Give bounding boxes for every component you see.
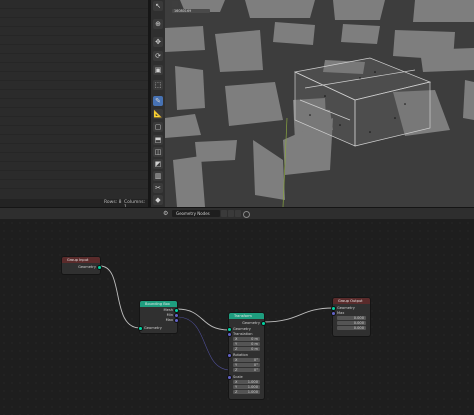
max-input-socket[interactable] xyxy=(331,311,337,317)
translation-z-field[interactable]: Z0 m xyxy=(233,347,260,351)
socket-label: Geometry xyxy=(337,306,355,310)
link-transform-to-output xyxy=(263,307,334,323)
max-y-field[interactable]: 0.000 xyxy=(337,321,366,325)
rotation-z-field[interactable]: Z 0° xyxy=(233,368,260,372)
translation-label: Translation xyxy=(233,332,253,336)
node-title: Bounding Box xyxy=(140,301,177,307)
link-group-input-to-bbox xyxy=(99,265,141,329)
node-title: Group Output xyxy=(333,298,370,304)
scale-input-socket[interactable] xyxy=(227,375,233,381)
socket-label: Max xyxy=(165,318,173,322)
socket-label: Geometry xyxy=(144,326,162,330)
group-output-node[interactable]: Group Output Geometry Max 0.000 0.000 0.… xyxy=(331,298,370,336)
scale-y-field[interactable]: Y 1.000 xyxy=(233,385,260,389)
translation-y-field[interactable]: Y0 m xyxy=(233,342,260,346)
scale-x-field[interactable]: X 1.000 xyxy=(233,380,260,384)
rotation-input-socket[interactable] xyxy=(227,353,233,359)
socket-label: Mesh xyxy=(163,308,173,312)
rotation-x-field[interactable]: X 0° xyxy=(233,358,260,362)
geometry-input-socket[interactable] xyxy=(138,326,144,332)
socket-label: Geometry xyxy=(242,321,260,325)
bounding-box-node[interactable]: Bounding Box Mesh Min Max Geometry xyxy=(138,301,179,333)
translation-input-socket[interactable] xyxy=(227,332,233,338)
scale-z-field[interactable]: Z 1.000 xyxy=(233,390,260,394)
socket-label: Geometry xyxy=(78,265,96,269)
node-title: Group Input xyxy=(62,257,100,263)
rotation-label: Rotation xyxy=(233,353,249,357)
node-title: Transform xyxy=(229,313,264,319)
scale-label: Scale xyxy=(233,375,243,379)
socket-label: Max xyxy=(337,311,345,315)
rotation-y-field[interactable]: Y 0° xyxy=(233,363,260,367)
transform-node[interactable]: Transform Geometry Geometry Translation … xyxy=(227,313,266,399)
translation-x-field[interactable]: X0 m xyxy=(233,337,260,341)
link-bbox-to-transform xyxy=(176,308,230,331)
socket-label: Min xyxy=(166,313,173,317)
max-z-field[interactable]: 0.000 xyxy=(337,326,366,330)
max-x-field[interactable]: 0.000 xyxy=(337,316,366,320)
socket-label: Geometry xyxy=(233,327,251,331)
group-input-node[interactable]: Group Input Geometry xyxy=(62,257,102,274)
